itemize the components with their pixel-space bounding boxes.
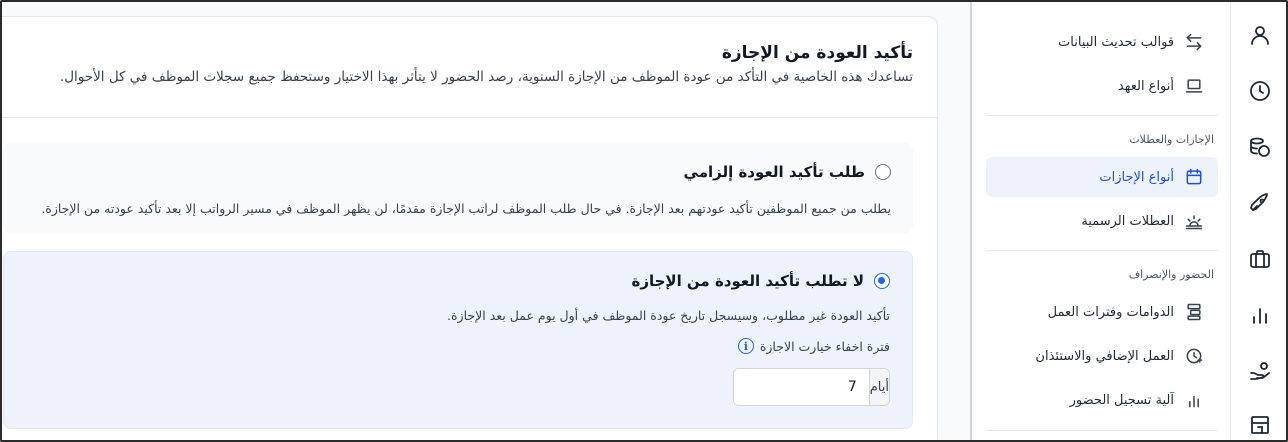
- sunrise-icon: [1185, 215, 1203, 230]
- store-icon: [1251, 416, 1269, 434]
- option-mandatory-row: طلب تأكيد العودة إلزامي: [684, 163, 891, 181]
- option-not-required-title: لا تطلب تأكيد العودة من الإجازة: [631, 272, 864, 290]
- app-window: تأكيد العودة من الإجازة تساعدك هذه الخاص…: [0, 0, 1288, 442]
- sidebar-item-label: العطلات الرسمية: [1081, 213, 1174, 229]
- card-header: تأكيد العودة من الإجازة تساعدك هذه الخاص…: [33, 43, 913, 85]
- coins-icon: [1250, 137, 1270, 157]
- sidebar-item-label: قوالب تحديث البيانات: [1058, 34, 1174, 50]
- hide-period-input[interactable]: [734, 369, 869, 405]
- main-content: تأكيد العودة من الإجازة تساعدك هذه الخاص…: [2, 2, 970, 440]
- hide-period-label: فترة اخفاء خيارت الاجازة: [759, 338, 890, 354]
- sidebar-item-label: آلية تسجيل الحضور: [1069, 392, 1174, 408]
- clock-plus-icon: [1186, 348, 1203, 364]
- hide-period-unit: أيام: [868, 369, 889, 405]
- hand-coin-icon: [1250, 362, 1270, 380]
- briefcase-icon: [1250, 250, 1270, 268]
- arrows-exchange-icon: [1186, 33, 1202, 51]
- rail-coins-button[interactable]: [1245, 132, 1275, 162]
- return-confirmation-card: تأكيد العودة من الإجازة تساعدك هذه الخاص…: [2, 16, 938, 440]
- chart-icon: [1253, 308, 1267, 324]
- sidebar-item-public-holidays[interactable]: العطلات الرسمية: [986, 201, 1218, 241]
- hide-period-field: أيام: [733, 368, 890, 406]
- rail-rocket-button[interactable]: [1245, 188, 1275, 218]
- option-mandatory[interactable]: طلب تأكيد العودة إلزامي يطلب من جميع الم…: [3, 143, 913, 233]
- option-not-required-description: تأكيد العودة غير مطلوب، وسيسجل تاريخ عود…: [447, 308, 890, 323]
- card-description: تساعدك هذه الخاصية في التأكد من عودة الم…: [59, 69, 913, 85]
- hide-period-label-row: فترة اخفاء خيارت الاجازة i: [737, 338, 890, 354]
- card-title: تأكيد العودة من الإجازة: [721, 43, 913, 63]
- sidebar-divider: [986, 430, 1218, 431]
- rail-briefcase-button[interactable]: [1245, 244, 1275, 274]
- divider: [2, 117, 937, 118]
- bars-icon: [1189, 395, 1199, 408]
- sidebar-item-custody-types[interactable]: أنواع العهد: [986, 66, 1218, 106]
- sidebar-item-data-update-templates[interactable]: قوالب تحديث البيانات: [986, 22, 1218, 62]
- icon-rail: [1230, 2, 1286, 440]
- rail-hand-coin-button[interactable]: [1245, 356, 1275, 386]
- rail-user-button[interactable]: [1245, 20, 1275, 50]
- rocket-icon: [1250, 193, 1268, 211]
- laptop-icon: [1185, 79, 1203, 93]
- user-icon: [1251, 26, 1269, 45]
- sidebar-section-leaves: الإجازات والعطلات: [1129, 133, 1214, 146]
- sidebar-item-label: العمل الإضافي والاستئذان: [1035, 348, 1174, 364]
- sidebar-item-label: أنواع العهد: [1117, 78, 1174, 94]
- sidebar-item-shifts[interactable]: الدوامات وفترات العمل: [986, 292, 1218, 332]
- option-mandatory-description: يطلب من جميع الموظفين تأكيد عودتهم بعد ا…: [41, 201, 891, 216]
- settings-sidebar: قوالب تحديث البيانات أنواع العهد الإجازا…: [972, 2, 1228, 440]
- info-icon[interactable]: i: [737, 338, 754, 354]
- sidebar-section-attendance: الحضور والإنصراف: [1128, 268, 1214, 281]
- clock-icon: [1250, 81, 1270, 101]
- option-not-required-row: لا تطلب تأكيد العودة من الإجازة: [631, 272, 890, 290]
- shifts-icon: [1187, 303, 1201, 321]
- rail-chart-button[interactable]: [1245, 300, 1275, 330]
- option-not-required[interactable]: لا تطلب تأكيد العودة من الإجازة تأكيد ال…: [3, 251, 913, 429]
- sidebar-item-label: أنواع الإجازات: [1099, 169, 1174, 185]
- sidebar-item-label: الدوامات وفترات العمل: [1047, 304, 1174, 320]
- rail-clock-button[interactable]: [1245, 76, 1275, 106]
- sidebar-item-leave-types[interactable]: أنواع الإجازات: [986, 157, 1218, 197]
- rail-store-button[interactable]: [1245, 410, 1275, 440]
- sidebar-item-attendance-mechanism[interactable]: آلية تسجيل الحضور: [986, 380, 1218, 420]
- option-mandatory-radio[interactable]: [875, 164, 891, 180]
- option-not-required-radio[interactable]: [874, 273, 890, 289]
- sidebar-item-overtime-permissions[interactable]: العمل الإضافي والاستئذان: [986, 336, 1218, 376]
- calendar-icon: [1186, 168, 1202, 185]
- sidebar-divider: [986, 115, 1218, 116]
- sidebar-divider: [986, 250, 1218, 251]
- option-mandatory-title: طلب تأكيد العودة إلزامي: [683, 163, 865, 181]
